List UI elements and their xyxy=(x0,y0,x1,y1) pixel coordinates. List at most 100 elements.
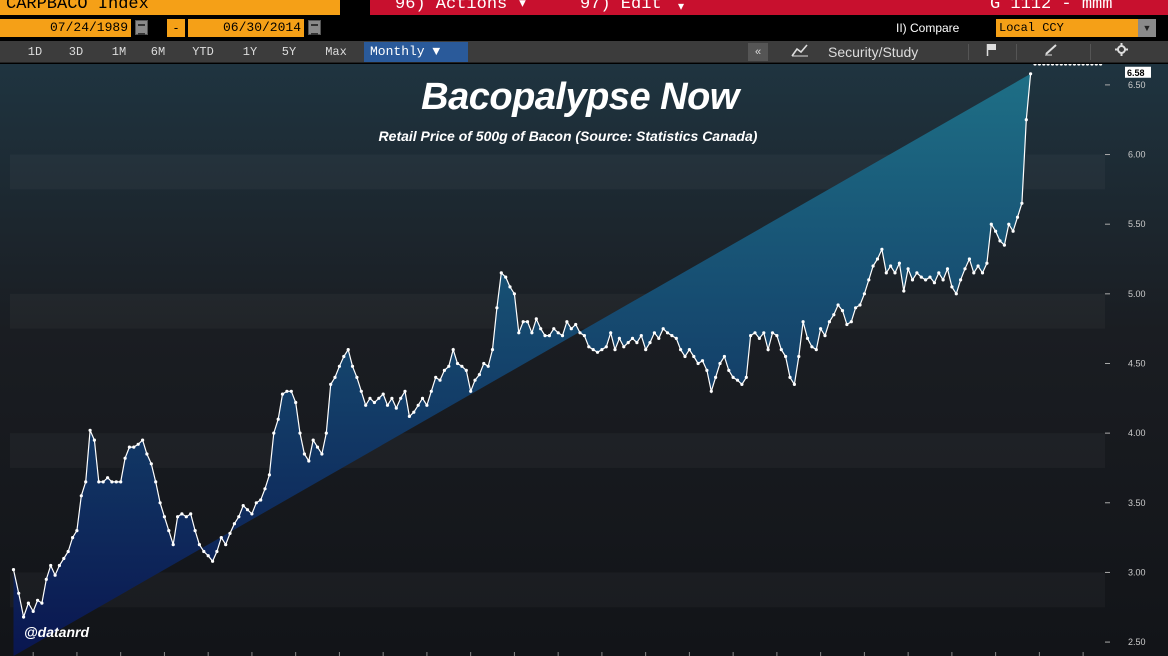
calendar-icon[interactable] xyxy=(308,20,321,35)
data-point xyxy=(980,271,985,275)
data-point xyxy=(766,348,770,352)
data-point xyxy=(740,382,744,386)
data-point xyxy=(525,320,530,324)
edit-menu[interactable]: 97) Edit xyxy=(580,0,662,15)
ticker-field[interactable]: CARPBACO Index xyxy=(0,0,340,15)
data-point xyxy=(180,512,184,516)
data-point xyxy=(394,406,398,410)
collapse-button[interactable]: « xyxy=(748,43,768,61)
data-point xyxy=(197,543,201,547)
data-point xyxy=(517,331,521,335)
period-6m-button[interactable]: 6M xyxy=(143,43,173,61)
data-point xyxy=(644,348,648,352)
data-point xyxy=(670,334,674,338)
data-point xyxy=(762,331,766,335)
data-point xyxy=(486,364,490,368)
data-point xyxy=(967,257,972,261)
gear-icon[interactable] xyxy=(1110,43,1132,61)
pencil-icon[interactable] xyxy=(1040,43,1062,61)
data-point xyxy=(324,431,328,435)
data-point xyxy=(530,331,534,335)
data-point xyxy=(512,292,517,296)
data-point xyxy=(350,364,355,368)
data-point xyxy=(171,543,175,547)
period-5y-button[interactable]: 5Y xyxy=(274,43,304,61)
period-1y-button[interactable]: 1Y xyxy=(235,43,265,61)
y-tick-label: 5.00 xyxy=(1128,289,1146,299)
data-point xyxy=(460,364,464,368)
data-point xyxy=(884,271,888,275)
period-max-button[interactable]: Max xyxy=(314,43,358,61)
flag-icon[interactable] xyxy=(982,43,1002,61)
toolbar-divider xyxy=(1016,44,1017,60)
data-point xyxy=(556,331,560,335)
data-point xyxy=(158,501,162,505)
data-point xyxy=(915,271,919,275)
period-3d-button[interactable]: 3D xyxy=(61,43,91,61)
data-point xyxy=(1002,243,1007,247)
currency-select[interactable]: Local CCY xyxy=(996,19,1138,37)
data-point xyxy=(998,239,1002,243)
data-point xyxy=(744,375,748,379)
data-point xyxy=(451,348,455,352)
data-point xyxy=(294,400,298,405)
data-point xyxy=(630,336,635,340)
chart-subtitle: Retail Price of 500g of Bacon (Source: S… xyxy=(378,128,758,144)
data-point xyxy=(110,480,114,484)
data-point xyxy=(289,389,293,393)
data-point xyxy=(665,331,670,335)
y-tick-label: 4.50 xyxy=(1128,358,1146,368)
screen-code: G 1112 - mmm xyxy=(990,0,1113,14)
data-point xyxy=(36,598,40,602)
data-point xyxy=(805,336,810,340)
data-point xyxy=(154,480,158,484)
data-point xyxy=(101,480,105,484)
date-range-row: 07/24/1989 - 06/30/2014 II) Compare Loca… xyxy=(0,17,1168,39)
calendar-icon[interactable] xyxy=(135,20,148,35)
data-point xyxy=(228,531,232,535)
period-ytd-button[interactable]: YTD xyxy=(183,43,223,61)
data-point xyxy=(560,334,565,338)
y-tick-label: 5.50 xyxy=(1128,219,1146,229)
period-1m-button[interactable]: 1M xyxy=(104,43,134,61)
compare-label: II) Compare xyxy=(896,21,960,35)
data-point xyxy=(661,327,665,331)
data-point xyxy=(245,508,250,512)
end-date-field[interactable]: 06/30/2014 xyxy=(188,19,304,37)
data-point xyxy=(954,292,958,296)
data-point xyxy=(364,403,368,407)
data-point xyxy=(75,529,79,533)
actions-menu[interactable]: 96) Actions ▾ xyxy=(395,0,528,15)
period-1d-button[interactable]: 1D xyxy=(20,43,50,61)
y-tick-label: 4.00 xyxy=(1128,428,1146,438)
data-point xyxy=(801,320,805,324)
data-point xyxy=(315,445,320,449)
data-point xyxy=(368,396,372,400)
data-point xyxy=(302,452,306,456)
frequency-select[interactable]: Monthly ▼ xyxy=(364,42,468,62)
data-point xyxy=(959,278,963,282)
data-point xyxy=(600,348,604,352)
data-point xyxy=(722,354,727,359)
data-point xyxy=(132,445,136,449)
data-point xyxy=(919,275,923,279)
start-date-field[interactable]: 07/24/1989 xyxy=(0,19,131,37)
data-point xyxy=(162,515,166,519)
data-point xyxy=(342,354,346,359)
data-point xyxy=(403,389,407,393)
chart-line-icon[interactable] xyxy=(786,43,814,61)
data-point xyxy=(508,285,512,289)
data-point xyxy=(1020,201,1024,205)
data-point xyxy=(819,327,823,331)
chevron-down-icon[interactable]: ▼ xyxy=(1138,19,1156,37)
data-point xyxy=(893,271,897,275)
chevron-down-icon[interactable]: ▾ xyxy=(678,0,684,15)
data-point xyxy=(626,341,630,345)
data-point xyxy=(827,320,832,324)
grid-band xyxy=(10,294,1105,329)
data-point xyxy=(897,261,902,265)
data-point xyxy=(495,306,499,310)
date-separator: - xyxy=(167,19,185,37)
data-point xyxy=(775,334,779,338)
security-study-button[interactable]: Security/Study xyxy=(828,43,918,61)
